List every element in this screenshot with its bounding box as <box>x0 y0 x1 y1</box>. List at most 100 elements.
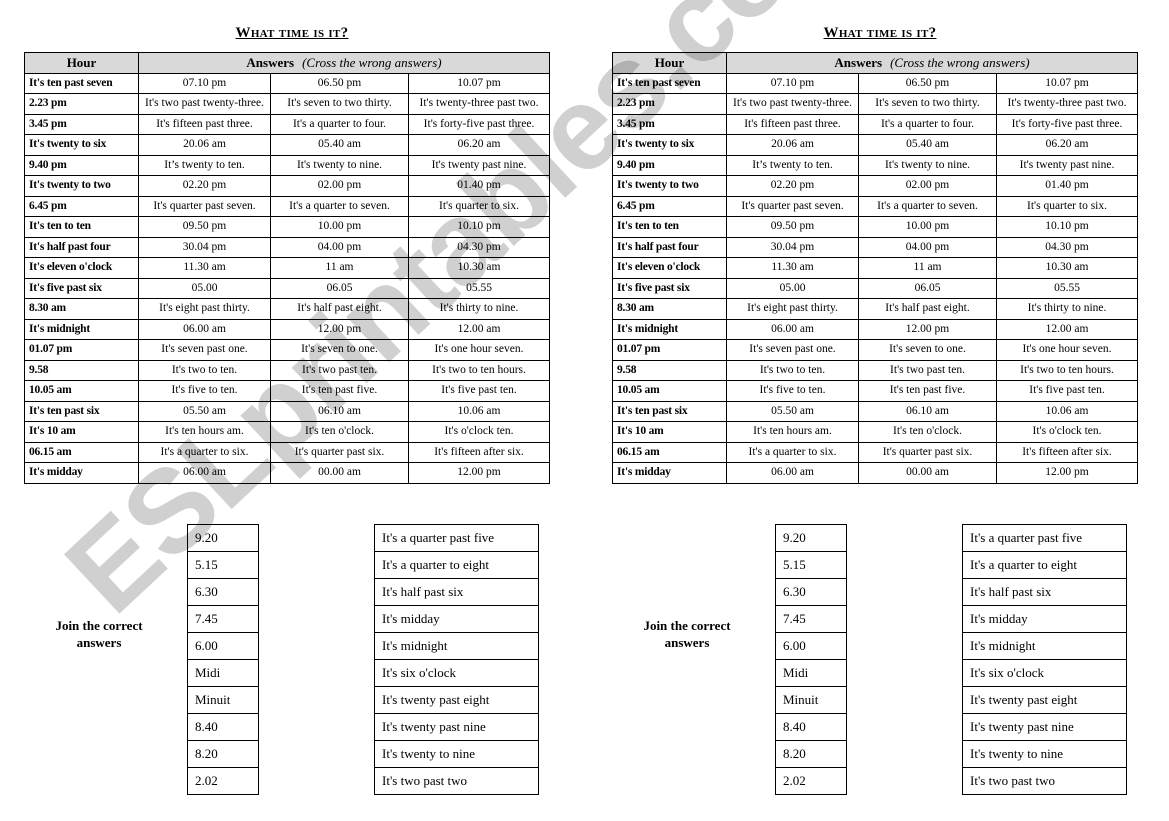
answer-option-cell[interactable]: 06.00 am <box>138 462 271 484</box>
answer-option-cell[interactable]: 10.30 am <box>995 257 1139 279</box>
answer-option-cell[interactable]: 04.30 pm <box>995 236 1139 258</box>
matching-phrase-item[interactable]: It's midday <box>375 606 538 633</box>
answer-option-cell[interactable]: 10.00 pm <box>270 216 409 238</box>
matching-time-item[interactable]: 9.20 <box>776 525 846 552</box>
answer-option-cell[interactable]: 02.00 pm <box>270 175 409 197</box>
answer-option-cell[interactable]: It's o'clock ten. <box>407 421 551 443</box>
answer-option-cell[interactable]: 30.04 pm <box>726 236 859 258</box>
answer-option-cell[interactable]: It's eight past thirty. <box>726 298 859 320</box>
answer-option-cell[interactable]: 05.55 <box>407 277 551 299</box>
answer-option-cell[interactable]: It's twenty to nine. <box>858 154 997 176</box>
matching-time-item[interactable]: 7.45 <box>776 606 846 633</box>
answer-option-cell[interactable]: It's quarter past seven. <box>138 195 271 217</box>
answer-option-cell[interactable]: 06.05 <box>858 277 997 299</box>
answer-option-cell[interactable]: It's two to ten hours. <box>995 359 1139 381</box>
answer-option-cell[interactable]: It's fifteen past three. <box>726 113 859 135</box>
answer-option-cell[interactable]: It's five past ten. <box>995 380 1139 402</box>
matching-time-item[interactable]: 6.00 <box>776 633 846 660</box>
answer-option-cell[interactable]: 20.06 am <box>138 134 271 156</box>
answer-option-cell[interactable]: It's seven to two thirty. <box>270 93 409 115</box>
answer-option-cell[interactable]: 10.10 pm <box>407 216 551 238</box>
answer-option-cell[interactable]: It's quarter past six. <box>858 441 997 463</box>
answer-option-cell[interactable]: 04.00 pm <box>858 236 997 258</box>
answer-option-cell[interactable]: It's seven past one. <box>726 339 859 361</box>
answer-option-cell[interactable]: 06.20 am <box>995 134 1139 156</box>
answer-option-cell[interactable]: It's seven to two thirty. <box>858 93 997 115</box>
answer-option-cell[interactable]: It's half past eight. <box>858 298 997 320</box>
matching-time-item[interactable]: 9.20 <box>188 525 258 552</box>
matching-time-item[interactable]: Midi <box>776 660 846 687</box>
matching-phrase-item[interactable]: It's half past six <box>963 579 1126 606</box>
answer-option-cell[interactable]: 06.10 am <box>270 400 409 422</box>
answer-option-cell[interactable]: 06.10 am <box>858 400 997 422</box>
answer-option-cell[interactable]: 10.10 pm <box>995 216 1139 238</box>
matching-phrase-item[interactable]: It's midnight <box>375 633 538 660</box>
answer-option-cell[interactable]: 05.50 am <box>138 400 271 422</box>
answer-option-cell[interactable]: 12.00 am <box>407 318 551 340</box>
answer-option-cell[interactable]: It's ten hours am. <box>726 421 859 443</box>
answer-option-cell[interactable]: It's a quarter to six. <box>726 441 859 463</box>
answer-option-cell[interactable]: 02.20 pm <box>138 175 271 197</box>
answer-option-cell[interactable]: It's o'clock ten. <box>995 421 1139 443</box>
answer-option-cell[interactable]: It's fifteen after six. <box>407 441 551 463</box>
answer-option-cell[interactable]: 06.00 am <box>138 318 271 340</box>
answer-option-cell[interactable]: It's ten past five. <box>858 380 997 402</box>
matching-phrase-item[interactable]: It's twenty to nine <box>375 741 538 768</box>
matching-phrase-item[interactable]: It's twenty past eight <box>375 687 538 714</box>
answer-option-cell[interactable]: 10.07 pm <box>407 72 551 94</box>
matching-phrase-item[interactable]: It's six o'clock <box>963 660 1126 687</box>
answer-option-cell[interactable]: 07.10 pm <box>726 72 859 94</box>
answer-option-cell[interactable]: 06.00 am <box>726 462 859 484</box>
answer-option-cell[interactable]: It's fifteen past three. <box>138 113 271 135</box>
matching-phrase-item[interactable]: It's twenty past nine <box>963 714 1126 741</box>
answer-option-cell[interactable]: It's two to ten hours. <box>407 359 551 381</box>
answer-option-cell[interactable]: It's ten hours am. <box>138 421 271 443</box>
answer-option-cell[interactable]: 06.50 pm <box>270 72 409 94</box>
answer-option-cell[interactable]: 05.40 am <box>858 134 997 156</box>
matching-phrase-item[interactable]: It's twenty past eight <box>963 687 1126 714</box>
answer-option-cell[interactable]: 10.06 am <box>995 400 1139 422</box>
answer-option-cell[interactable]: It's a quarter to six. <box>138 441 271 463</box>
matching-phrase-item[interactable]: It's a quarter past five <box>375 525 538 552</box>
matching-time-item[interactable]: 8.40 <box>188 714 258 741</box>
answer-option-cell[interactable]: It's a quarter to four. <box>270 113 409 135</box>
answer-option-cell[interactable]: It's five past ten. <box>407 380 551 402</box>
answer-option-cell[interactable]: It's one hour seven. <box>407 339 551 361</box>
answer-option-cell[interactable]: It's a quarter to seven. <box>858 195 997 217</box>
answer-option-cell[interactable]: 05.50 am <box>726 400 859 422</box>
answer-option-cell[interactable]: 05.55 <box>995 277 1139 299</box>
answer-option-cell[interactable]: 12.00 pm <box>407 462 551 484</box>
answer-option-cell[interactable]: It's two to ten. <box>726 359 859 381</box>
answer-option-cell[interactable]: 00.00 am <box>270 462 409 484</box>
answer-option-cell[interactable]: It's twenty to nine. <box>270 154 409 176</box>
answer-option-cell[interactable]: 11.30 am <box>138 257 271 279</box>
matching-time-item[interactable]: Minuit <box>188 687 258 714</box>
matching-phrase-item[interactable]: It's twenty to nine <box>963 741 1126 768</box>
answer-option-cell[interactable]: It's ten o'clock. <box>858 421 997 443</box>
answer-option-cell[interactable]: It's two past ten. <box>858 359 997 381</box>
answer-option-cell[interactable]: It's two past twenty-three. <box>138 93 271 115</box>
matching-time-item[interactable]: 8.40 <box>776 714 846 741</box>
answer-option-cell[interactable]: 09.50 pm <box>726 216 859 238</box>
answer-option-cell[interactable]: It's twenty past nine. <box>407 154 551 176</box>
answer-option-cell[interactable]: 05.00 <box>726 277 859 299</box>
matching-time-item[interactable]: Midi <box>188 660 258 687</box>
answer-option-cell[interactable]: 04.00 pm <box>270 236 409 258</box>
answer-option-cell[interactable]: 02.20 pm <box>726 175 859 197</box>
answer-option-cell[interactable]: It's seven past one. <box>138 339 271 361</box>
matching-phrase-item[interactable]: It's twenty past nine <box>375 714 538 741</box>
matching-phrase-item[interactable]: It's a quarter to eight <box>963 552 1126 579</box>
answer-option-cell[interactable]: 11 am <box>270 257 409 279</box>
answer-option-cell[interactable]: It's five to ten. <box>726 380 859 402</box>
answer-option-cell[interactable]: It's a quarter to seven. <box>270 195 409 217</box>
answer-option-cell[interactable]: 09.50 pm <box>138 216 271 238</box>
answer-option-cell[interactable]: 02.00 pm <box>858 175 997 197</box>
answer-option-cell[interactable]: 12.00 pm <box>858 318 997 340</box>
answer-option-cell[interactable]: It's half past eight. <box>270 298 409 320</box>
matching-time-item[interactable]: Minuit <box>776 687 846 714</box>
answer-option-cell[interactable]: It’s twenty to ten. <box>138 154 271 176</box>
answer-option-cell[interactable]: 12.00 pm <box>995 462 1139 484</box>
answer-option-cell[interactable]: 05.40 am <box>270 134 409 156</box>
answer-option-cell[interactable]: It's ten past five. <box>270 380 409 402</box>
matching-time-item[interactable]: 6.00 <box>188 633 258 660</box>
